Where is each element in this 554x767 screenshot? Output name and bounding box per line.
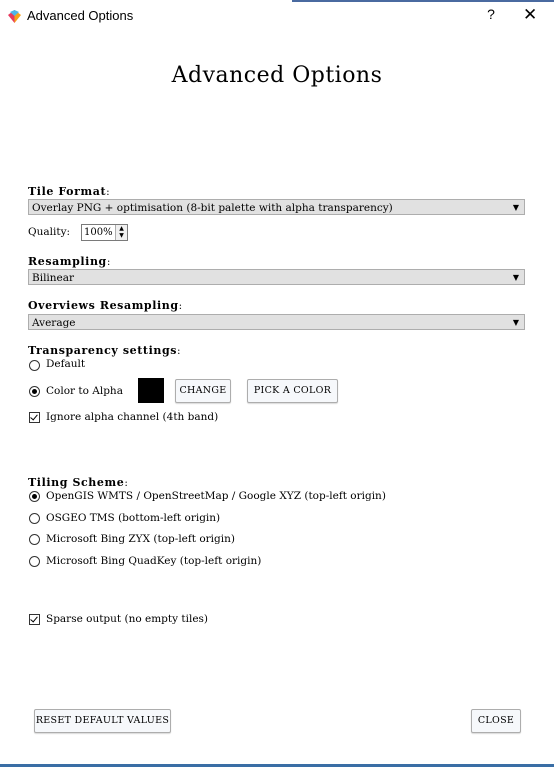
chevron-down-icon: ▼ — [512, 273, 519, 282]
sparse-output-label: Sparse output (no empty tiles) — [46, 613, 209, 625]
app-logo-icon — [8, 10, 21, 23]
overviews-resampling-label-row: Overviews Resampling: — [28, 294, 182, 313]
ignore-alpha-label: Ignore alpha channel (4th band) — [46, 411, 219, 423]
transparency-color-alpha-label: Color to Alpha — [46, 385, 123, 397]
tiling-option-bing-zyx-label: Microsoft Bing ZYX (top-left origin) — [46, 533, 235, 545]
ignore-alpha-checkbox[interactable] — [29, 412, 40, 423]
tile-format-label-row: Tile Format: — [28, 180, 110, 199]
tiling-option-bing-quadkey-label: Microsoft Bing QuadKey (top-left origin) — [46, 555, 262, 567]
tiling-scheme-colon: : — [124, 477, 128, 489]
tile-format-label: Tile Format — [28, 185, 107, 198]
reset-defaults-button[interactable]: RESET DEFAULT VALUES — [34, 709, 171, 733]
tiling-option-wmts-label: OpenGIS WMTS / OpenStreetMap / Google XY… — [46, 490, 386, 502]
quality-stepper[interactable]: 100% ▲ ▼ — [81, 224, 128, 241]
overviews-resampling-value: Average — [32, 317, 76, 329]
chevron-down-icon: ▼ — [512, 318, 519, 327]
tiling-scheme-label-row: Tiling Scheme: — [28, 471, 128, 490]
overviews-resampling-select[interactable]: Average ▼ — [28, 314, 525, 330]
transparency-label: Transparency settings — [28, 344, 178, 357]
radio-tiling-bing-zyx[interactable] — [29, 534, 40, 545]
resampling-select[interactable]: Bilinear ▼ — [28, 269, 525, 285]
window-title: Advanced Options — [27, 8, 134, 23]
chevron-down-icon: ▼ — [512, 203, 519, 212]
transparency-label-row: Transparency settings: — [28, 339, 181, 358]
radio-tiling-bing-quadkey[interactable] — [29, 556, 40, 567]
tiling-scheme-label: Tiling Scheme — [28, 476, 125, 489]
sparse-output-checkbox[interactable] — [29, 614, 40, 625]
stepper-arrows-icon[interactable]: ▲ ▼ — [115, 225, 127, 240]
window-close-icon[interactable]: ✕ — [523, 5, 537, 25]
quality-label: Quality: — [28, 226, 71, 238]
overviews-resampling-colon: : — [178, 300, 183, 312]
resampling-value: Bilinear — [32, 272, 75, 284]
resampling-colon: : — [106, 256, 111, 268]
tiling-option-tms-label: OSGEO TMS (bottom-left origin) — [46, 512, 221, 524]
tile-format-colon: : — [106, 186, 110, 198]
close-button[interactable]: CLOSE — [471, 709, 521, 733]
radio-tiling-wmts[interactable] — [29, 491, 40, 502]
help-button[interactable]: ? — [484, 6, 498, 22]
overviews-resampling-label: Overviews Resampling — [28, 299, 179, 312]
radio-tiling-tms[interactable] — [29, 513, 40, 524]
change-color-button[interactable]: CHANGE — [175, 379, 231, 403]
title-bar-accent-line — [292, 0, 554, 2]
alpha-color-swatch[interactable] — [138, 378, 164, 403]
radio-transparency-default[interactable] — [29, 360, 40, 371]
radio-transparency-color-alpha[interactable] — [29, 386, 40, 397]
page-title: Advanced Options — [171, 63, 383, 88]
quality-value: 100% — [84, 227, 113, 238]
resampling-label-row: Resampling: — [28, 250, 110, 269]
pick-color-button[interactable]: PICK A COLOR — [247, 379, 338, 403]
transparency-default-label: Default — [46, 358, 86, 370]
transparency-colon: : — [177, 345, 181, 357]
resampling-label: Resampling — [28, 255, 107, 268]
tile-format-value: Overlay PNG + optimisation (8-bit palett… — [32, 202, 393, 214]
tile-format-select[interactable]: Overlay PNG + optimisation (8-bit palett… — [28, 199, 525, 215]
